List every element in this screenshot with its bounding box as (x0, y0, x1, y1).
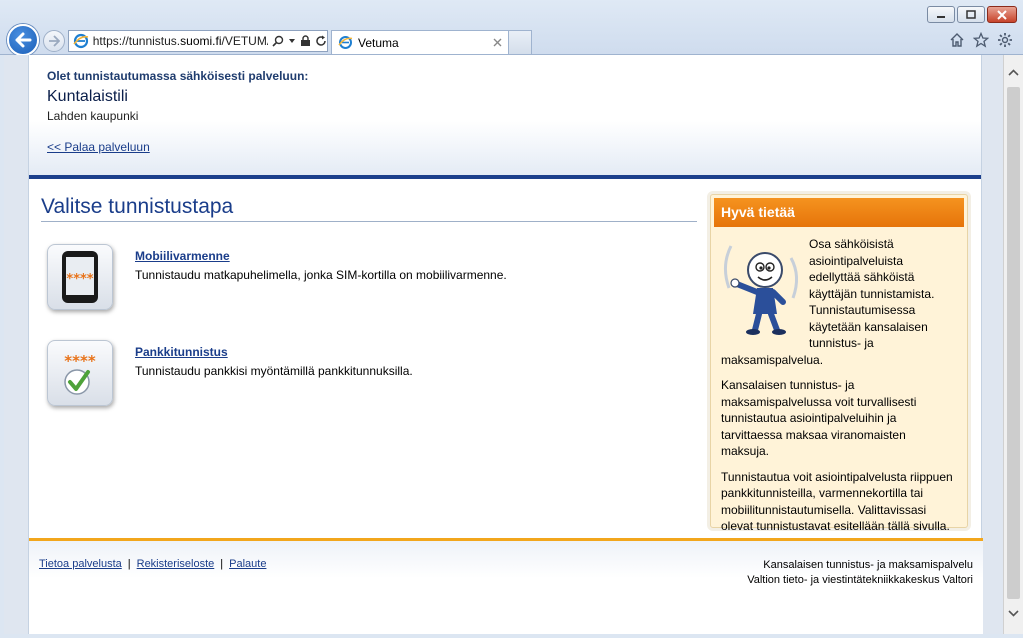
mascot-figure-icon (724, 245, 798, 335)
minimize-icon (937, 15, 945, 18)
footer-credits: Kansalaisen tunnistus- ja maksamispalvel… (747, 558, 973, 588)
ie-logo-icon (73, 33, 89, 49)
footer-link-feedback[interactable]: Palaute (229, 558, 266, 570)
footer-credit-service: Kansalaisen tunnistus- ja maksamispalvel… (763, 559, 973, 571)
method-selection: Valitse tunnistustapa **** Mobiilivarmen… (41, 195, 697, 406)
footer-links: Tietoa palvelusta | Rekisteriseloste | Palau… (39, 558, 267, 570)
maximize-icon (966, 10, 976, 19)
search-icon[interactable] (272, 35, 284, 47)
vertical-scrollbar[interactable] (1003, 55, 1023, 634)
new-tab-button[interactable] (509, 30, 532, 54)
tab-vetuma[interactable]: Vetuma (331, 30, 509, 54)
refresh-icon[interactable] (315, 35, 327, 47)
info-box-title: Hyvä tietää (714, 198, 964, 227)
close-window-button[interactable] (987, 6, 1017, 23)
method-bank-description: Tunnistaudu pankkisi myöntämillä pankkit… (135, 364, 413, 378)
info-box-body: Osa sähköisistä asiointipalveluista edel… (711, 230, 967, 535)
service-name: Kuntalaistili (47, 88, 128, 105)
back-button[interactable] (7, 24, 39, 56)
arrow-right-icon (49, 35, 60, 47)
scroll-down-button[interactable] (1004, 604, 1023, 622)
scroll-thumb[interactable] (1007, 87, 1020, 599)
close-icon (997, 9, 1007, 20)
footer-link-register[interactable]: Rekisteriseloste (137, 558, 215, 570)
info-paragraph-3: Tunnistautua voit asiointipalvelusta rii… (721, 469, 953, 534)
chevron-up-icon (1008, 68, 1019, 76)
star-icon[interactable] (973, 32, 989, 48)
address-bar[interactable]: https://tunnistus.suomi.fi/VETUMA?c (68, 30, 328, 52)
auth-intro-text: Olet tunnistautumassa sähköisesti palvel… (47, 69, 309, 83)
window-controls (927, 6, 1017, 23)
organization-name: Lahden kaupunki (47, 109, 139, 123)
chevron-down-icon (1008, 609, 1019, 617)
maximize-button[interactable] (957, 6, 985, 23)
method-mobile[interactable]: **** Mobiilivarmenne Tunnistaudu matkapu… (41, 244, 697, 310)
footer-link-about[interactable]: Tietoa palvelusta (39, 558, 122, 570)
method-bank-title[interactable]: Pankkitunnistus (135, 345, 413, 359)
home-icon[interactable] (949, 32, 965, 48)
svg-text:****: **** (64, 352, 96, 370)
bank-check-icon[interactable]: **** (47, 340, 113, 406)
footer-credit-agency: Valtion tieto- ja viestintätekniikkakesk… (747, 574, 973, 586)
url-text[interactable]: https://tunnistus.suomi.fi/VETUMA?c (93, 34, 268, 48)
method-bank[interactable]: **** Pankkitunnistus Tunnistaudu pankkis… (41, 340, 697, 406)
browser-chrome: https://tunnistus.suomi.fi/VETUMA?c Vetu… (0, 0, 1023, 56)
tab-title: Vetuma (358, 35, 399, 50)
page-header: Olet tunnistautumassa sähköisesti palvel… (29, 55, 981, 175)
main-content: Valitse tunnistustapa **** Mobiilivarmen… (29, 179, 981, 539)
arrow-left-icon (15, 32, 32, 48)
back-to-service-link[interactable]: << Palaa palveluun (47, 140, 150, 154)
info-box: Hyvä tietää Osa sähköisistä asiointipalv… (710, 194, 968, 533)
mobile-phone-icon[interactable]: **** (47, 244, 113, 310)
ie-logo-icon (338, 36, 353, 49)
method-mobile-description: Tunnistaudu matkapuhelimella, jonka SIM-… (135, 268, 507, 282)
method-mobile-title[interactable]: Mobiilivarmenne (135, 249, 507, 263)
page-container: Olet tunnistautumassa sähköisesti palvel… (28, 55, 983, 634)
page-footer: Tietoa palvelusta | Rekisteriseloste | Palau… (29, 538, 983, 634)
dropdown-icon[interactable] (288, 37, 296, 45)
page-title: Valitse tunnistustapa (41, 195, 697, 222)
page-viewport: Olet tunnistautumassa sähköisesti palvel… (4, 55, 1003, 634)
lock-icon[interactable] (300, 35, 311, 47)
close-tab-icon[interactable] (493, 38, 502, 47)
svg-text:****: **** (66, 272, 93, 287)
scroll-up-button[interactable] (1004, 63, 1023, 81)
minimize-button[interactable] (927, 6, 955, 23)
forward-button[interactable] (43, 30, 65, 52)
info-paragraph-2: Kansalaisen tunnistus- ja maksamispalvel… (721, 378, 917, 458)
gear-icon[interactable] (997, 32, 1013, 48)
